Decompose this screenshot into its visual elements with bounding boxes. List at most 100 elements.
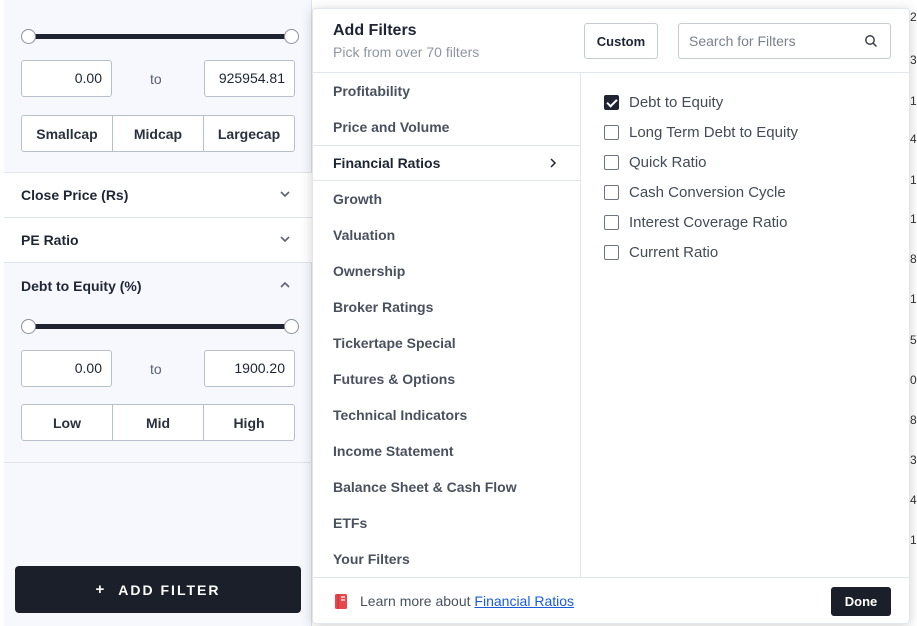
table-cell: 8 xyxy=(910,252,917,266)
modal-header: Add Filters Pick from over 70 filters Cu… xyxy=(313,9,909,73)
option-cash-conversion-cycle[interactable]: Cash Conversion Cycle xyxy=(604,182,786,202)
debt-to-equity-section: Debt to Equity (%) 0.00 to 1900.20 Low M… xyxy=(4,263,312,463)
debt-to-equity-preset-group: Low Mid High xyxy=(21,404,295,441)
slider-track xyxy=(22,34,298,39)
market-cap-section: 0.00 to 925954.81 Smallcap Midcap Largec… xyxy=(4,0,312,173)
debt-to-equity-min-input[interactable]: 0.00 xyxy=(21,350,112,387)
add-filters-modal: Add Filters Pick from over 70 filters Cu… xyxy=(312,8,910,624)
category-profitability[interactable]: Profitability xyxy=(313,73,580,109)
modal-footer: Learn more about Financial Ratios Done xyxy=(313,577,909,624)
custom-button[interactable]: Custom xyxy=(584,23,658,59)
checkbox-checked[interactable] xyxy=(604,94,619,110)
learn-more-prefix: Learn more about xyxy=(360,593,471,609)
largecap-button[interactable]: Largecap xyxy=(204,116,294,151)
category-label: Financial Ratios xyxy=(333,155,441,171)
category-technical-indicators[interactable]: Technical Indicators xyxy=(313,397,580,433)
checkbox[interactable] xyxy=(604,124,619,140)
checkbox[interactable] xyxy=(604,214,619,230)
category-price-and-volume[interactable]: Price and Volume xyxy=(313,109,580,145)
option-label: Long Term Debt to Equity xyxy=(629,123,798,141)
table-cell: 2 xyxy=(910,10,917,24)
add-filter-button[interactable]: + ADD FILTER xyxy=(15,566,301,613)
modal-title: Add Filters xyxy=(333,22,417,39)
checkbox[interactable] xyxy=(604,244,619,260)
range-to-label: to xyxy=(150,361,162,377)
checkbox[interactable] xyxy=(604,154,619,170)
slider-track xyxy=(22,324,298,329)
table-cell: 4 xyxy=(910,493,917,507)
close-price-section[interactable]: Close Price (Rs) xyxy=(4,173,312,218)
pe-ratio-section[interactable]: PE Ratio xyxy=(4,218,312,263)
category-your-filters[interactable]: Your Filters xyxy=(313,541,580,577)
learn-more-link[interactable]: Financial Ratios xyxy=(474,593,574,609)
option-current-ratio[interactable]: Current Ratio xyxy=(604,242,718,262)
debt-to-equity-range-slider[interactable] xyxy=(21,319,299,334)
option-debt-to-equity[interactable]: Debt to Equity xyxy=(604,92,723,112)
slider-max-handle[interactable] xyxy=(284,319,299,334)
category-tickertape-special[interactable]: Tickertape Special xyxy=(313,325,580,361)
option-label: Debt to Equity xyxy=(629,93,724,111)
high-button[interactable]: High xyxy=(204,405,294,440)
table-cell: 8 xyxy=(910,413,917,427)
smallcap-button[interactable]: Smallcap xyxy=(22,116,113,151)
search-icon[interactable] xyxy=(864,34,878,48)
option-long-term-debt-to-equity[interactable]: Long Term Debt to Equity xyxy=(604,122,798,142)
table-cell: 3 xyxy=(910,453,917,467)
plus-icon: + xyxy=(95,581,107,598)
market-cap-preset-group: Smallcap Midcap Largecap xyxy=(21,115,295,152)
chevron-up-icon[interactable] xyxy=(278,278,292,292)
midcap-button[interactable]: Midcap xyxy=(113,116,204,151)
option-quick-ratio[interactable]: Quick Ratio xyxy=(604,152,707,172)
done-button[interactable]: Done xyxy=(831,587,891,616)
category-valuation[interactable]: Valuation xyxy=(313,217,580,253)
market-cap-range-slider[interactable] xyxy=(21,29,299,44)
low-button[interactable]: Low xyxy=(22,405,113,440)
table-cell: 3 xyxy=(910,53,917,67)
book-icon xyxy=(335,594,347,609)
category-broker-ratings[interactable]: Broker Ratings xyxy=(313,289,580,325)
category-ownership[interactable]: Ownership xyxy=(313,253,580,289)
pe-ratio-title: PE Ratio xyxy=(21,232,79,248)
filter-search-input[interactable] xyxy=(679,24,859,58)
add-filter-label: ADD FILTER xyxy=(118,581,221,598)
category-etfs[interactable]: ETFs xyxy=(313,505,580,541)
chevron-down-icon[interactable] xyxy=(278,187,292,201)
market-cap-min-input[interactable]: 0.00 xyxy=(21,60,112,97)
slider-max-handle[interactable] xyxy=(284,29,299,44)
checkbox[interactable] xyxy=(604,184,619,200)
table-cell: 4 xyxy=(910,132,917,146)
range-to-label: to xyxy=(150,71,162,87)
market-cap-max-input[interactable]: 925954.81 xyxy=(204,60,295,97)
modal-subtitle: Pick from over 70 filters xyxy=(333,44,480,60)
category-futures-options[interactable]: Futures & Options xyxy=(313,361,580,397)
category-growth[interactable]: Growth xyxy=(313,181,580,217)
debt-to-equity-max-input[interactable]: 1900.20 xyxy=(204,350,295,387)
table-cell: 5 xyxy=(910,333,917,347)
close-price-title: Close Price (Rs) xyxy=(21,187,129,203)
filter-options-list: Debt to Equity Long Term Debt to Equity … xyxy=(582,73,910,577)
category-income-statement[interactable]: Income Statement xyxy=(313,433,580,469)
table-cell: 1 xyxy=(910,292,917,306)
option-interest-coverage-ratio[interactable]: Interest Coverage Ratio xyxy=(604,212,787,232)
table-cell: 1 xyxy=(910,173,917,187)
chevron-down-icon[interactable] xyxy=(278,232,292,246)
filter-sidebar: 0.00 to 925954.81 Smallcap Midcap Largec… xyxy=(4,0,312,626)
option-label: Current Ratio xyxy=(629,243,719,261)
category-balance-sheet-cash-flow[interactable]: Balance Sheet & Cash Flow xyxy=(313,469,580,505)
debt-to-equity-title: Debt to Equity (%) xyxy=(21,278,142,294)
slider-min-handle[interactable] xyxy=(21,319,36,334)
mid-button[interactable]: Mid xyxy=(113,405,204,440)
category-financial-ratios[interactable]: Financial Ratios xyxy=(313,145,580,181)
filter-category-list: Profitability Price and Volume Financial… xyxy=(313,73,581,577)
table-cell: 1 xyxy=(910,94,917,108)
chevron-right-icon xyxy=(550,158,557,168)
option-label: Cash Conversion Cycle xyxy=(629,183,786,201)
option-label: Interest Coverage Ratio xyxy=(629,213,788,231)
learn-more-text: Learn more about Financial Ratios xyxy=(360,593,574,609)
slider-min-handle[interactable] xyxy=(21,29,36,44)
option-label: Quick Ratio xyxy=(629,153,707,171)
filter-search-box[interactable] xyxy=(678,23,891,59)
table-cell: 0 xyxy=(910,373,917,387)
table-cell: 1 xyxy=(910,533,917,547)
table-cell: 1 xyxy=(910,212,917,226)
